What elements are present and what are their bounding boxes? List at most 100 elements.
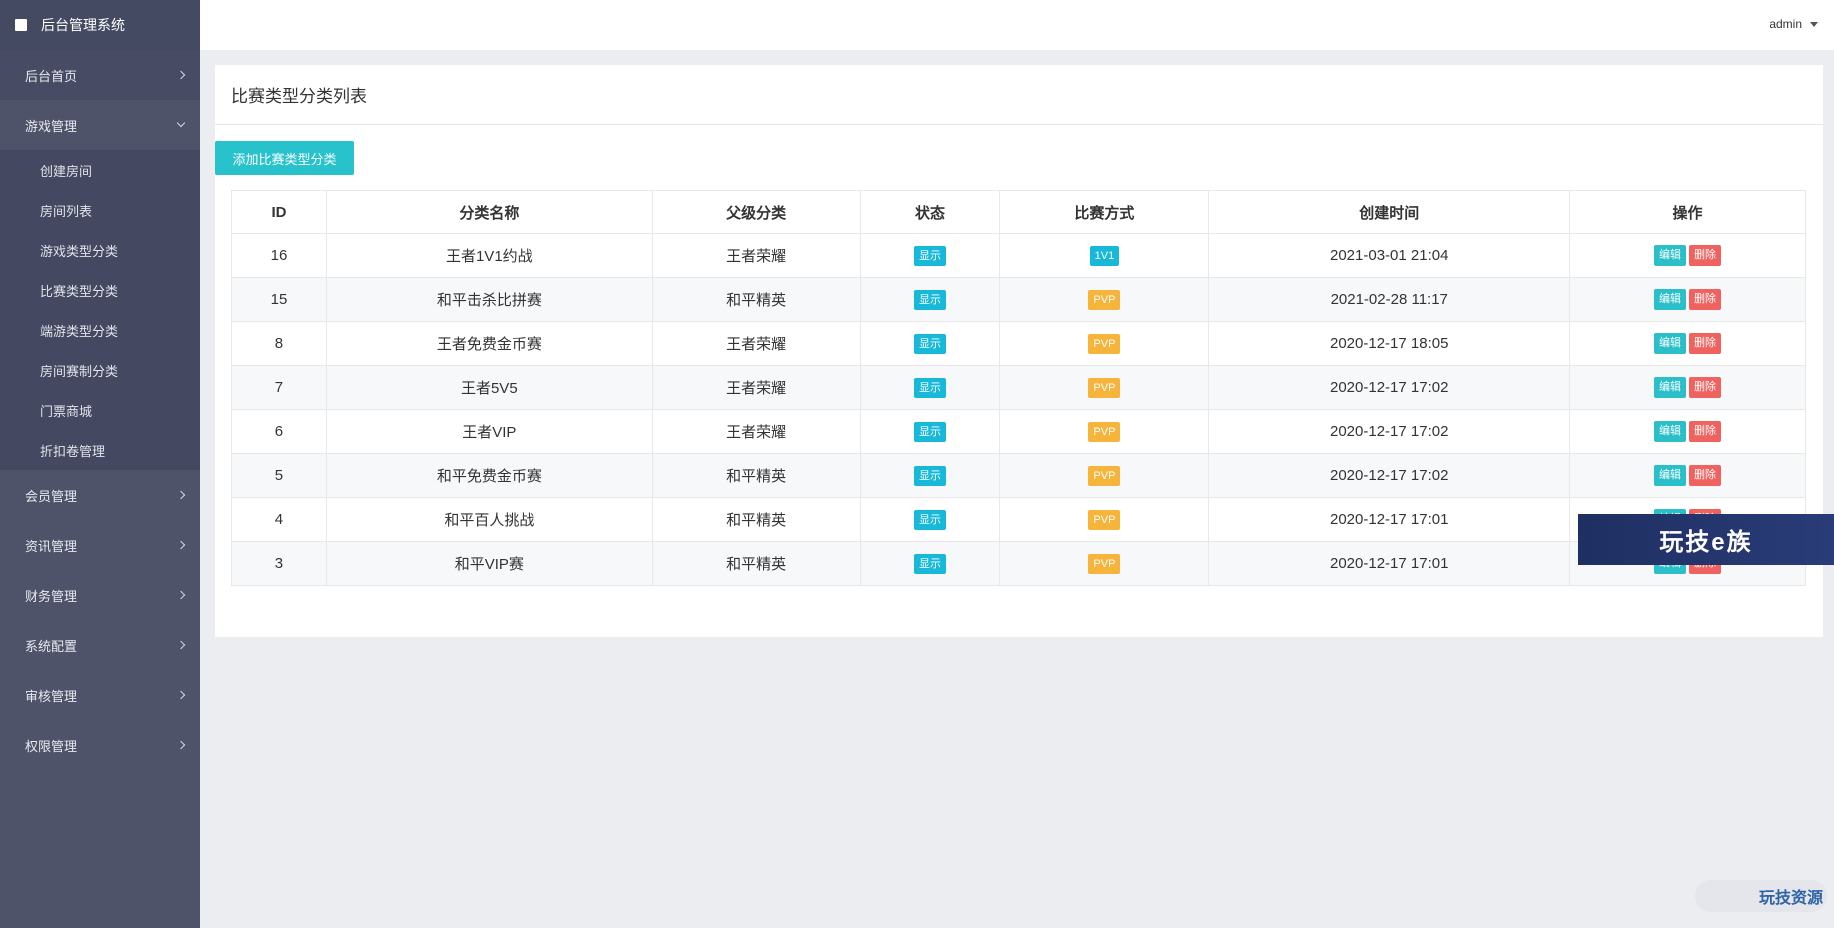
cell-mode: PVP [999, 321, 1210, 366]
submenu-item-create-room[interactable]: 创建房间 [0, 150, 200, 190]
cell-parent: 和平精英 [651, 453, 861, 498]
caret-down-icon [1810, 21, 1818, 27]
edit-button[interactable]: 编辑 [1654, 245, 1687, 266]
cell-actions: 编辑删除 [1569, 365, 1806, 410]
submenu-item-match-type[interactable]: 比赛类型分类 [0, 270, 200, 310]
cell-name: 王者VIP [325, 409, 653, 454]
delete-button[interactable]: 删除 [1689, 245, 1722, 266]
submenu-item-pc-game-type[interactable]: 端游类型分类 [0, 310, 200, 350]
cell-mode: PVP [999, 541, 1210, 586]
delete-button[interactable]: 删除 [1689, 465, 1722, 486]
cell-created: 2020-12-17 17:02 [1208, 453, 1571, 498]
sidebar-item-home[interactable]: 后台首页 [0, 50, 200, 100]
cell-name: 王者5V5 [325, 365, 653, 410]
col-header-created: 创建时间 [1208, 190, 1571, 234]
cell-status: 显示 [859, 541, 1001, 586]
mode-badge: PVP [1088, 333, 1121, 354]
submenu-item-room-format[interactable]: 房间赛制分类 [0, 350, 200, 390]
sidebar-item-permissions[interactable]: 权限管理 [0, 720, 200, 770]
user-menu[interactable]: admin [1769, 17, 1818, 31]
edit-button[interactable]: 编辑 [1654, 289, 1687, 310]
cell-parent: 和平精英 [651, 277, 861, 322]
table-row: 3和平VIP赛和平精英显示PVP2020-12-17 17:01编辑删除 [231, 541, 1806, 586]
edit-button[interactable]: 编辑 [1654, 421, 1687, 442]
status-badge: 显示 [914, 377, 947, 398]
edit-button[interactable]: 编辑 [1654, 377, 1687, 398]
status-badge: 显示 [914, 289, 947, 310]
status-badge: 显示 [914, 465, 947, 486]
mode-badge: PVP [1088, 289, 1121, 310]
mode-badge: PVP [1088, 377, 1121, 398]
mode-badge: PVP [1088, 421, 1121, 442]
chevron-right-icon [176, 740, 186, 750]
sidebar-item-system[interactable]: 系统配置 [0, 620, 200, 670]
chevron-right-icon [176, 70, 186, 80]
sidebar-item-review[interactable]: 审核管理 [0, 670, 200, 720]
chevron-right-icon [176, 540, 186, 550]
delete-button[interactable]: 删除 [1689, 289, 1722, 310]
submenu-item-discount[interactable]: 折扣卷管理 [0, 430, 200, 470]
submenu-item-ticket-shop[interactable]: 门票商城 [0, 390, 200, 430]
cell-id: 16 [231, 233, 327, 278]
cell-id: 4 [231, 497, 327, 542]
sidebar-item-label: 财务管理 [25, 588, 78, 604]
cell-status: 显示 [859, 277, 1001, 322]
status-badge: 显示 [914, 333, 947, 354]
sidebar-item-news[interactable]: 资讯管理 [0, 520, 200, 570]
cell-mode: 1V1 [999, 233, 1210, 278]
cell-actions: 编辑删除 [1569, 453, 1806, 498]
chevron-down-icon [176, 118, 186, 128]
col-header-mode: 比赛方式 [999, 190, 1210, 234]
sidebar-item-label: 权限管理 [25, 738, 78, 754]
delete-button[interactable]: 删除 [1689, 377, 1722, 398]
cell-status: 显示 [859, 233, 1001, 278]
col-header-actions: 操作 [1569, 190, 1806, 234]
mode-badge: PVP [1088, 509, 1121, 530]
status-badge: 显示 [914, 509, 947, 530]
sidebar: 后台管理系统 后台首页 游戏管理 创建房间 房间列表 游戏类型分类 比赛类型分类… [0, 0, 200, 928]
sidebar-item-members[interactable]: 会员管理 [0, 470, 200, 520]
mode-badge: PVP [1088, 553, 1121, 574]
add-match-type-button[interactable]: 添加比赛类型分类 [215, 141, 354, 175]
username: admin [1769, 17, 1802, 31]
sidebar-item-finance[interactable]: 财务管理 [0, 570, 200, 620]
game-submenu: 创建房间 房间列表 游戏类型分类 比赛类型分类 端游类型分类 房间赛制分类 门票… [0, 150, 200, 470]
delete-button[interactable]: 删除 [1689, 333, 1722, 354]
submenu-item-game-type[interactable]: 游戏类型分类 [0, 230, 200, 270]
chevron-right-icon [176, 690, 186, 700]
cell-mode: PVP [999, 409, 1210, 454]
cell-status: 显示 [859, 409, 1001, 454]
table-row: 15 和平击杀比拼赛 和平精英 显示 PVP 2021-02-28 11:17 编辑 删除 [231, 277, 1806, 322]
cell-name: 和平百人挑战 [325, 497, 653, 542]
table-row: 4和平百人挑战和平精英显示PVP2020-12-17 17:01编辑删除 [231, 497, 1806, 542]
cell-status: 显示 [859, 365, 1001, 410]
submenu-item-room-list[interactable]: 房间列表 [0, 190, 200, 230]
cell-created: 2020-12-17 17:01 [1208, 541, 1571, 586]
match-type-table: ID 分类名称 父级分类 状态 比赛方式 创建时间 操作 16 王者1V1约战 王者… [231, 190, 1806, 586]
cell-id: 7 [231, 365, 327, 410]
cell-created: 2020-12-17 18:05 [1208, 321, 1571, 366]
sidebar-item-label: 系统配置 [25, 638, 78, 654]
app-title: 后台管理系统 [41, 17, 125, 33]
sidebar-item-label: 会员管理 [25, 488, 78, 504]
col-header-id: ID [231, 190, 327, 234]
table-row: 7 王者5V5 王者荣耀 显示 PVP 2020-12-17 17:02 编辑 删除 [231, 365, 1806, 410]
delete-button[interactable]: 删除 [1689, 421, 1722, 442]
cell-created: 2020-12-17 17:02 [1208, 409, 1571, 454]
cell-created: 2021-02-28 11:17 [1208, 277, 1571, 322]
cell-parent: 王者荣耀 [651, 321, 861, 366]
cell-name: 王者免费金币赛 [325, 321, 653, 366]
edit-button[interactable]: 编辑 [1654, 465, 1687, 486]
col-header-name: 分类名称 [325, 190, 653, 234]
table-row: 5 和平免费金币赛 和平精英 显示 PVP 2020-12-17 17:02 编辑 删除 [231, 453, 1806, 498]
col-header-parent: 父级分类 [651, 190, 861, 234]
table-header-row: ID 分类名称 父级分类 状态 比赛方式 创建时间 操作 [231, 190, 1806, 234]
cell-created: 2020-12-17 17:02 [1208, 365, 1571, 410]
cell-name: 和平免费金币赛 [325, 453, 653, 498]
edit-button[interactable]: 编辑 [1654, 333, 1687, 354]
cell-mode: PVP [999, 277, 1210, 322]
mode-badge: PVP [1088, 465, 1121, 486]
status-badge: 显示 [914, 553, 947, 574]
sidebar-item-game-mgmt[interactable]: 游戏管理 [0, 100, 200, 150]
cell-mode: PVP [999, 365, 1210, 410]
